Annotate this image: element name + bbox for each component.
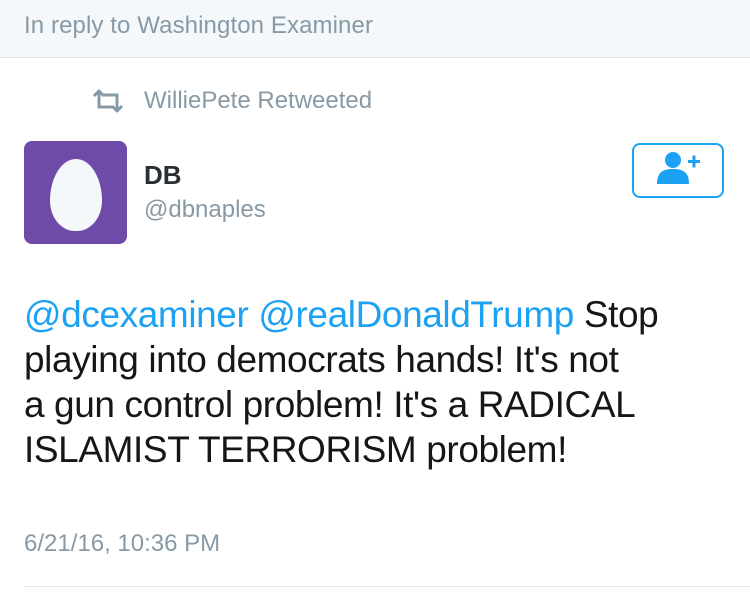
tweet-text-line: a gun control problem! It's a RADICAL [24,384,636,425]
author-screen-name[interactable]: @dbnaples [144,196,266,224]
tweet-text-line: ISLAMIST TERRORISM problem! [24,429,567,470]
retweet-context: WilliePete Retweeted [90,86,372,116]
reply-context-text[interactable]: In reply to Washington Examiner [24,12,373,40]
divider [24,586,750,587]
mention-link[interactable]: @dcexaminer [24,294,249,335]
reply-context-bar[interactable]: In reply to Washington Examiner [0,0,750,58]
retweeted-by-text[interactable]: WilliePete Retweeted [144,87,372,115]
tweet-timestamp[interactable]: 6/21/16, 10:36 PM [24,530,220,558]
retweet-icon [90,89,126,113]
tweet-text-line: Stop [573,294,659,335]
mention-link[interactable]: @realDonaldTrump [258,294,574,335]
author-display-name[interactable]: DB [144,160,182,191]
tweet-text-line: playing into democrats hands! It's not [24,339,619,380]
egg-avatar-icon [49,158,102,231]
avatar[interactable] [24,141,127,244]
follow-button[interactable] [632,143,724,198]
tweet-text: @dcexaminer @realDonaldTrump Stop playin… [24,292,736,472]
follow-user-plus-icon [655,151,701,190]
